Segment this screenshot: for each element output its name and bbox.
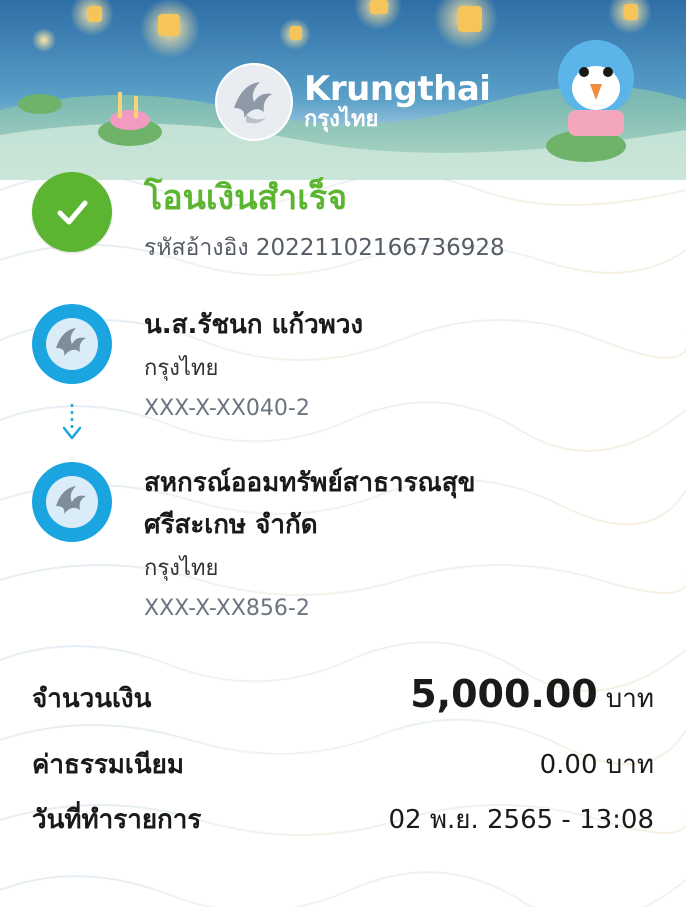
receiver-name-line2: ศรีสะเกษ จำกัด [144, 510, 318, 540]
fee-label: ค่าธรรมเนียม [32, 750, 184, 780]
receiver-bank: กรุงไทย [144, 556, 219, 581]
receiver-account: XXX-X-XX856-2 [144, 596, 310, 621]
transfer-slip: Krungthai กรุงไทย โอนเงินสำเร็จ รหัสอ้าง… [0, 0, 686, 907]
date-label: วันที่ทำรายการ [32, 805, 202, 835]
amount-value: 5,000.00 [410, 672, 598, 716]
amount-row: จำนวนเงิน 5,000.00 บาท [32, 672, 654, 719]
amount-label: จำนวนเงิน [32, 684, 152, 714]
status-title: โอนเงินสำเร็จ [144, 178, 348, 218]
sender-bank: กรุงไทย [144, 356, 219, 381]
krungthai-logo-icon [46, 476, 98, 528]
status-section: โอนเงินสำเร็จ รหัสอ้างอิง 20221102166736… [32, 172, 505, 266]
arrow-down-icon [62, 404, 82, 440]
receiver-section: สหกรณ์ออมทรัพย์สาธารณสุข ศรีสะเกษ จำกัด … [32, 462, 475, 624]
fee-value: 0.00 บาท [539, 750, 654, 780]
sender-bank-logo [32, 304, 112, 384]
sender-name: น.ส.รัชนก แก้วพวง [144, 310, 364, 340]
amount-unit: บาท [605, 684, 654, 714]
sender-account: XXX-X-XX040-2 [144, 396, 310, 421]
reference-number: รหัสอ้างอิง 2022110216673692​8 [144, 235, 505, 261]
receiver-bank-logo [32, 462, 112, 542]
success-badge [32, 172, 112, 252]
check-icon [57, 200, 88, 225]
date-row: วันที่ทำรายการ 02 พ.ย. 2565 - 13:08 [32, 799, 654, 840]
date-value: 02 พ.ย. 2565 - 13:08 [388, 805, 654, 835]
fee-row: ค่าธรรมเนียม 0.00 บาท [32, 744, 654, 785]
receiver-name-line1: สหกรณ์ออมทรัพย์สาธารณสุข [144, 468, 476, 498]
krungthai-logo-icon [46, 318, 98, 370]
